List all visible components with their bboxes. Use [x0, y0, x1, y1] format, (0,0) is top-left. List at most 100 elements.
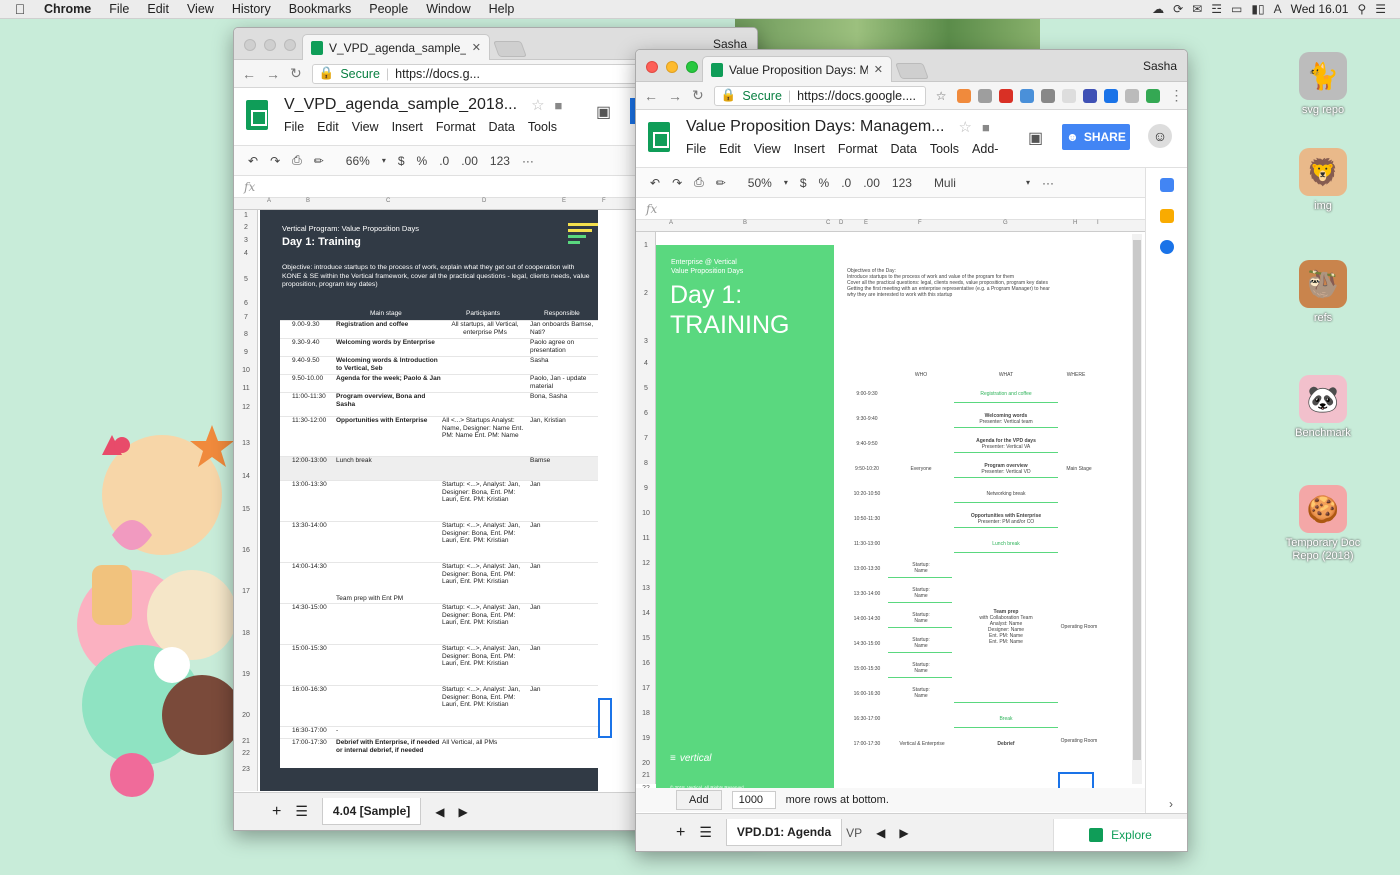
- url-field[interactable]: 🔒 Secure | https://docs.google....: [713, 85, 926, 106]
- spotlight-search-icon[interactable]: ⚲: [1357, 2, 1366, 16]
- doc-menu-file[interactable]: File: [686, 142, 706, 156]
- row-number[interactable]: 11: [234, 385, 258, 392]
- row-number[interactable]: 3: [234, 237, 258, 244]
- desktop-icon-svg-repo[interactable]: 🐈 svg repo: [1278, 52, 1368, 117]
- col-b[interactable]: B: [743, 220, 747, 226]
- desktop-icon-img[interactable]: 🦁 img: [1278, 148, 1368, 213]
- expand-side-panel-icon[interactable]: ›: [1169, 797, 1173, 811]
- table-row[interactable]: 16:00-16:30 Startup: <...>, Analyst: Jan…: [280, 685, 598, 726]
- desktop-icon-benchmark[interactable]: 🐼 Benchmark: [1278, 375, 1368, 440]
- app-name[interactable]: Chrome: [40, 2, 100, 16]
- doc-menu-insert[interactable]: Insert: [794, 142, 825, 156]
- calendar-icon[interactable]: [1159, 178, 1174, 192]
- formula-bar[interactable]: fx: [636, 198, 1145, 220]
- undo-icon[interactable]: ↶: [650, 176, 660, 190]
- menu-bookmarks[interactable]: Bookmarks: [280, 2, 361, 16]
- menu-history[interactable]: History: [223, 2, 280, 16]
- table-row[interactable]: 13:00-13:30 Startup: <...>, Analyst: Jan…: [280, 480, 598, 521]
- chevron-down-icon[interactable]: ▾: [382, 156, 386, 165]
- add-rows-count-input[interactable]: 1000: [731, 791, 776, 809]
- scroll-left-icon[interactable]: ◀: [876, 826, 885, 840]
- table-row[interactable]: 12:00-13:00 Lunch break Bamse: [280, 456, 598, 480]
- row-number[interactable]: 23: [234, 766, 258, 773]
- browser-window-value-proposition-days[interactable]: Value Proposition Days: Manag ✕ Sasha ← …: [635, 49, 1188, 852]
- col-d[interactable]: D: [482, 198, 486, 204]
- extension-new-icon[interactable]: [1019, 88, 1034, 103]
- more-formats-button[interactable]: 123: [490, 154, 510, 168]
- add-sheet-icon[interactable]: +: [272, 803, 281, 821]
- more-toolbar-button[interactable]: ···: [1042, 176, 1054, 190]
- row-number[interactable]: 10: [636, 510, 656, 517]
- col-c[interactable]: C: [386, 198, 390, 204]
- apple-icon[interactable]: : [0, 1, 40, 17]
- row-number[interactable]: 21: [636, 772, 656, 779]
- explore-button[interactable]: Explore: [1053, 819, 1187, 851]
- chrome-menu-icon[interactable]: ⋮: [1170, 87, 1184, 104]
- doc-menu-tools[interactable]: Tools: [528, 120, 557, 134]
- font-select[interactable]: Muli: [934, 176, 1014, 190]
- extension-drive-icon[interactable]: [977, 88, 992, 103]
- row-number[interactable]: 2: [636, 290, 656, 297]
- sync-icon[interactable]: ⟳: [1173, 2, 1183, 16]
- row-number[interactable]: 20: [636, 760, 656, 767]
- share-button[interactable]: ☻ SHARE: [1062, 124, 1130, 150]
- browser-tab[interactable]: V_VPD_agenda_sample_20180 ✕: [302, 34, 490, 60]
- cloud-upload-icon[interactable]: ☁: [1152, 2, 1164, 16]
- close-tab-icon[interactable]: ✕: [472, 41, 481, 54]
- new-tab-button[interactable]: [493, 41, 527, 57]
- minimize-button[interactable]: [264, 39, 276, 51]
- add-rows-button[interactable]: Add: [676, 790, 722, 810]
- close-button[interactable]: [646, 61, 658, 73]
- extension-adblock-icon[interactable]: [998, 88, 1013, 103]
- doc-menu-format[interactable]: Format: [838, 142, 878, 156]
- table-row[interactable]: 11:00-11:30 Program overview, Bona and S…: [280, 392, 598, 416]
- battery-icon[interactable]: ▮▯: [1251, 2, 1264, 16]
- scroll-left-icon[interactable]: ◀: [435, 805, 444, 819]
- close-button[interactable]: [244, 39, 256, 51]
- document-title[interactable]: V_VPD_agenda_sample_2018...: [284, 96, 517, 114]
- increase-decimal-button[interactable]: .00: [863, 176, 880, 190]
- reload-icon[interactable]: ↻: [290, 65, 302, 82]
- sheet-grid[interactable]: A B C D E F G H I 1 2 3 4 5 6 7 8 9 10 1…: [636, 220, 1146, 801]
- bookmark-star-icon[interactable]: ☆: [936, 89, 947, 103]
- col-c[interactable]: C: [826, 220, 830, 226]
- zoom-select[interactable]: 50%: [748, 176, 772, 190]
- folder-icon[interactable]: ■: [982, 120, 990, 135]
- wifi-icon[interactable]: ☲: [1211, 2, 1222, 16]
- comments-icon[interactable]: ▣: [1028, 128, 1043, 148]
- table-row[interactable]: 13:30-14:00 Startup: <...>, Analyst: Jan…: [280, 521, 598, 562]
- print-icon[interactable]: ⎙: [292, 153, 302, 168]
- doc-menu-edit[interactable]: Edit: [317, 120, 339, 134]
- menu-file[interactable]: File: [100, 2, 138, 16]
- airplay-icon[interactable]: ▭: [1231, 2, 1242, 16]
- table-row[interactable]: 16:30-17:00 -: [280, 726, 598, 738]
- mail-icon[interactable]: ✉: [1192, 2, 1202, 16]
- extension-chart-icon[interactable]: [1082, 88, 1097, 103]
- all-sheets-icon[interactable]: ☰: [295, 803, 308, 820]
- paint-format-icon[interactable]: ✏: [314, 154, 324, 168]
- more-toolbar-button[interactable]: ···: [522, 154, 534, 168]
- col-e[interactable]: E: [864, 220, 868, 226]
- doc-menu-file[interactable]: File: [284, 120, 304, 134]
- doc-menu-data[interactable]: Data: [488, 120, 514, 134]
- table-row[interactable]: 9.00-9.30 Registration and coffee All st…: [280, 320, 598, 338]
- row-number[interactable]: 8: [234, 331, 258, 338]
- row-number[interactable]: 19: [636, 735, 656, 742]
- sheet-tab-active[interactable]: VPD.D1: Agenda: [725, 819, 843, 846]
- browser-tab[interactable]: Value Proposition Days: Manag ✕: [702, 56, 892, 82]
- extension-blank-icon[interactable]: [1061, 88, 1076, 103]
- undo-icon[interactable]: ↶: [248, 154, 258, 168]
- table-row[interactable]: 15:00-15:30 Startup: <...>, Analyst: Jan…: [280, 644, 598, 685]
- star-icon[interactable]: ☆: [531, 96, 544, 114]
- row-number[interactable]: 1: [636, 242, 656, 249]
- row-number[interactable]: 14: [234, 473, 258, 480]
- url-field[interactable]: 🔒 Secure | https://docs.g... ☆: [311, 63, 662, 84]
- doc-menu-format[interactable]: Format: [436, 120, 476, 134]
- menu-edit[interactable]: Edit: [138, 2, 178, 16]
- star-icon[interactable]: ☆: [959, 118, 972, 136]
- row-number[interactable]: 18: [636, 710, 656, 717]
- row-number[interactable]: 9: [636, 485, 656, 492]
- row-number[interactable]: 12: [234, 404, 258, 411]
- row-number[interactable]: 13: [636, 585, 656, 592]
- google-sheets-icon[interactable]: [648, 122, 670, 152]
